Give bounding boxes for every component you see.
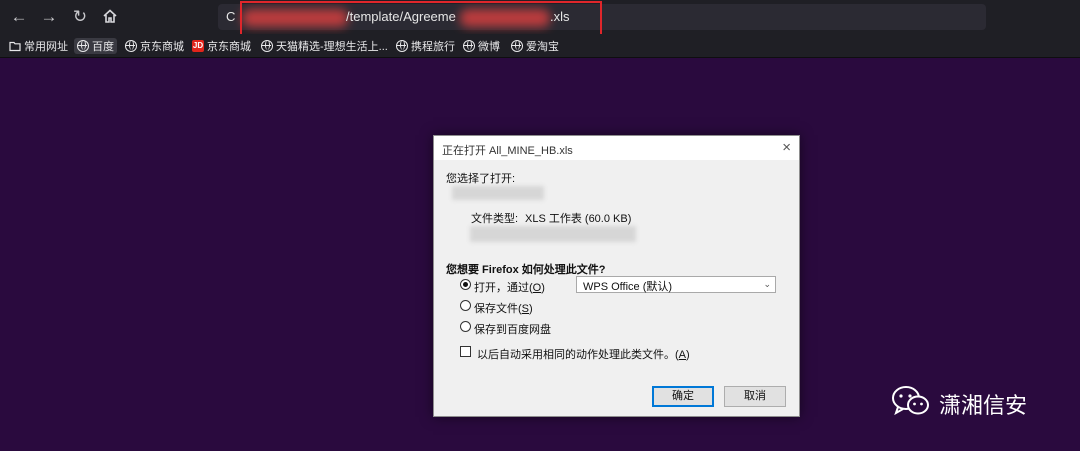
bookmark-item[interactable]: 天猫精选-理想生活上... <box>261 38 388 54</box>
bookmark-item[interactable]: 京东商城 <box>125 38 184 54</box>
forward-icon[interactable]: → <box>38 7 60 27</box>
redacted-filename <box>452 186 544 200</box>
save-baidu-label: 保存到百度网盘 <box>474 324 551 336</box>
chose-to-open-label: 您选择了打开: <box>446 173 516 185</box>
bookmark-label: 微博 <box>478 41 500 53</box>
close-icon[interactable]: × <box>782 139 791 156</box>
globe-icon <box>463 40 475 52</box>
file-type-value: XLS 工作表 (60.0 KB) <box>525 213 632 225</box>
open-with-radio[interactable] <box>460 279 471 290</box>
bookmark-item[interactable]: 爱淘宝 <box>511 38 559 54</box>
back-icon[interactable]: ← <box>8 7 30 27</box>
redacted-source <box>470 226 636 242</box>
bookmark-label: 京东商城 <box>140 41 184 53</box>
cancel-button[interactable]: 取消 <box>724 386 786 407</box>
bookmark-label: 常用网址 <box>24 41 68 53</box>
chevron-down-icon: ⌄ <box>763 279 771 289</box>
bookmark-label: 天猫精选-理想生活上... <box>276 41 388 53</box>
url-lead-text: C <box>226 9 236 24</box>
open-with-label: 打开，通过(O) <box>474 282 545 294</box>
dialog-title-bar: 正在打开 All_MINE_HB.xls × <box>434 136 799 160</box>
globe-icon <box>261 40 273 52</box>
watermark-text: 潇湘信安 <box>939 392 1028 418</box>
ok-button[interactable]: 确定 <box>652 386 714 407</box>
jd-icon: JD <box>192 40 204 52</box>
globe-icon <box>77 40 89 52</box>
globe-icon <box>396 40 408 52</box>
auto-action-checkbox[interactable] <box>460 346 471 357</box>
bookmark-item[interactable]: 携程旅行 <box>396 38 455 54</box>
globe-icon <box>125 40 137 52</box>
watermark: 潇湘信安 <box>891 385 1027 422</box>
bookmark-label: 百度 <box>92 41 114 53</box>
auto-action-label: 以后自动采用相同的动作处理此类文件。(A) <box>477 349 690 361</box>
reload-icon[interactable]: ↻ <box>69 7 91 27</box>
bookmark-label: 京东商城 <box>207 41 251 53</box>
folder-icon <box>9 40 21 52</box>
bookmark-item[interactable]: 微博 <box>463 38 500 54</box>
open-with-app-value: WPS Office (默认) <box>583 281 673 293</box>
bookmark-folder[interactable]: 常用网址 <box>9 38 68 54</box>
wechat-icon <box>891 385 931 422</box>
bookmark-label: 携程旅行 <box>411 41 455 53</box>
save-file-label: 保存文件(S) <box>474 303 533 315</box>
bookmark-item[interactable]: JD 京东商城 <box>192 38 251 54</box>
action-question: 您想要 Firefox 如何处理此文件? <box>446 264 606 276</box>
bookmark-label: 爱淘宝 <box>526 41 559 53</box>
open-with-app-select[interactable]: WPS Office (默认) ⌄ <box>576 276 776 293</box>
dialog-title: 正在打开 All_MINE_HB.xls <box>442 145 573 157</box>
save-baidu-radio[interactable] <box>460 321 471 332</box>
bookmarks-toolbar: 常用网址 百度 京东商城 JD 京东商城 天猫精选-理想生活上... 携程旅行 … <box>0 34 1080 58</box>
bookmark-item[interactable]: 百度 <box>74 38 117 54</box>
save-file-radio[interactable] <box>460 300 471 311</box>
globe-icon <box>511 40 523 52</box>
file-type-label: 文件类型: <box>471 213 519 225</box>
home-icon[interactable] <box>99 7 121 27</box>
